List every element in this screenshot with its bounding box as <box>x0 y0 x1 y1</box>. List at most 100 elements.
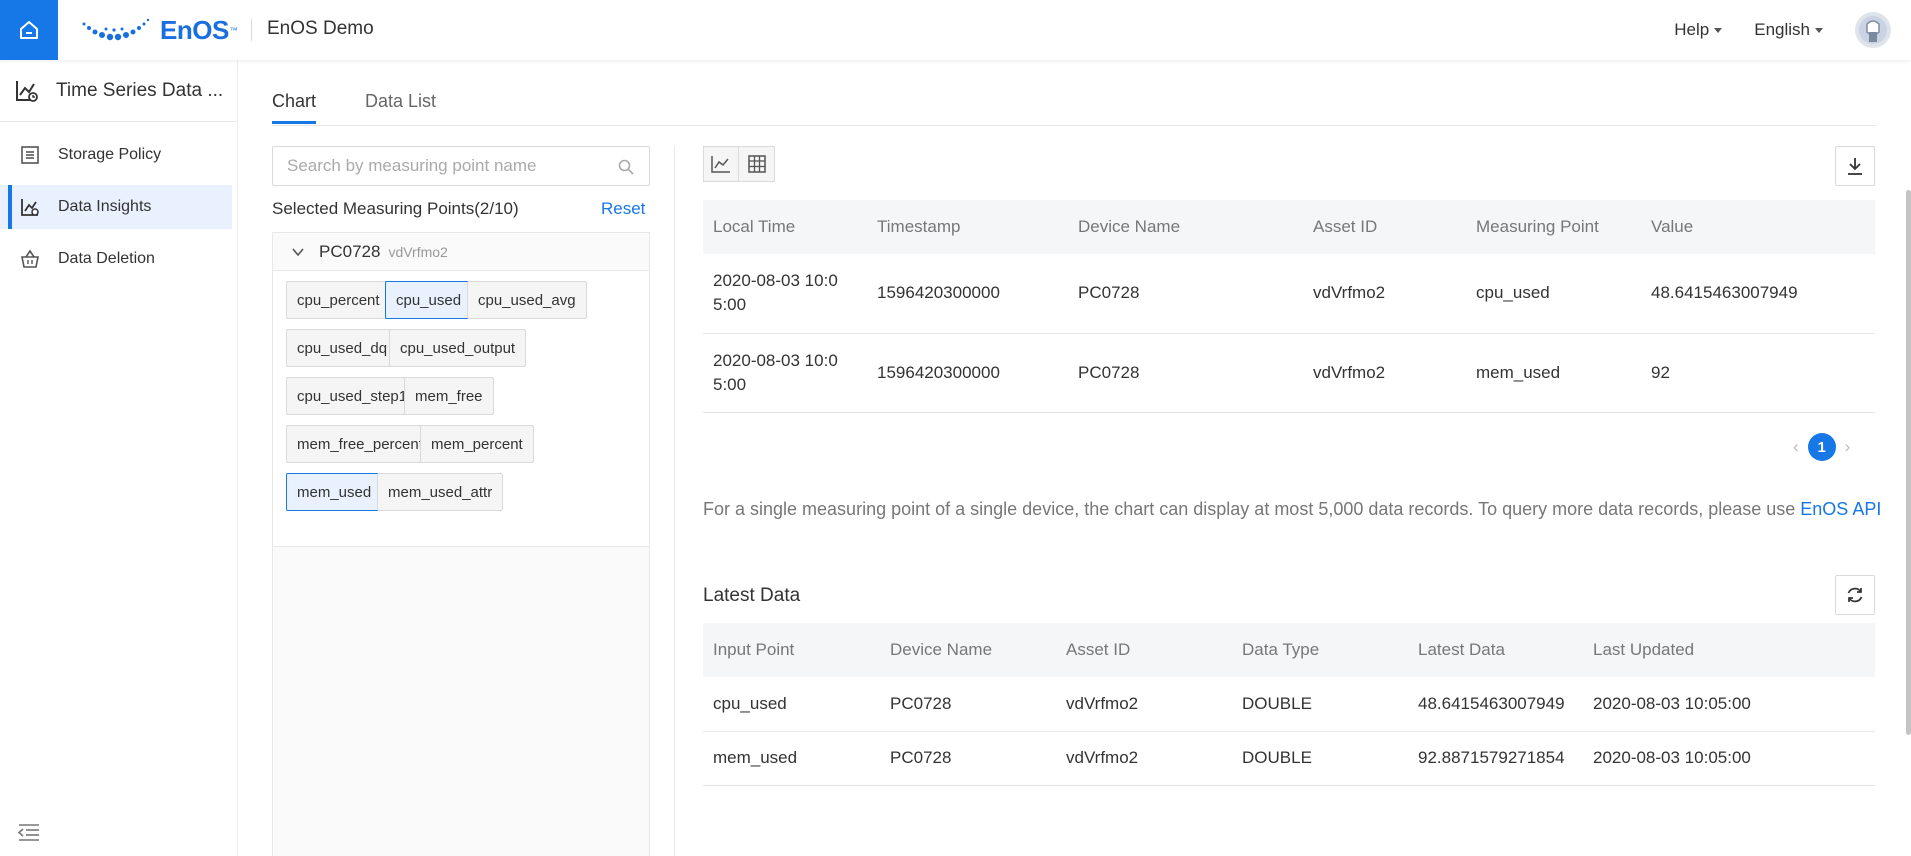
tab-data-list[interactable]: Data List <box>365 91 436 112</box>
column-header: Last Updated <box>1583 623 1875 677</box>
column-header: Local Time <box>703 200 867 254</box>
selected-points-label: Selected Measuring Points(2/10) <box>272 199 519 218</box>
main-content: Chart Data List Selected Measuring Point… <box>238 60 1911 856</box>
table-view-button[interactable] <box>739 146 775 182</box>
column-header: Input Point <box>703 623 880 677</box>
page-number-button[interactable]: 1 <box>1807 433 1836 461</box>
table-cell: mem_used <box>703 731 880 786</box>
table-icon <box>747 155 766 173</box>
table-cell: 1596420300000 <box>867 254 1068 334</box>
refresh-button[interactable] <box>1835 575 1875 615</box>
data-table: Local Time Timestamp Device Name Asset I… <box>703 200 1875 413</box>
record-limit-note: For a single measuring point of a single… <box>703 497 1883 521</box>
sidebar-item-data-deletion[interactable]: Data Deletion <box>0 237 232 281</box>
table-cell: mem_used <box>1466 333 1641 413</box>
enos-logo[interactable]: EnOS ™ <box>80 14 238 46</box>
page-scrollbar[interactable] <box>1906 190 1911 735</box>
column-header: Device Name <box>880 623 1056 677</box>
table-cell: vdVrfmo2 <box>1056 731 1232 786</box>
sidebar-item-label: Data Insights <box>58 198 152 215</box>
column-header: Timestamp <box>867 200 1068 254</box>
table-cell: 2020-08-03 10:05:00 <box>1583 731 1875 786</box>
sidebar-item-storage-policy[interactable]: Storage Policy <box>0 133 232 177</box>
point-tag-cpu-percent[interactable]: cpu_percent <box>286 281 391 319</box>
menu-fold-icon <box>17 824 39 841</box>
point-tag-cpu-used[interactable]: cpu_used <box>385 281 473 319</box>
chevron-down-icon[interactable] <box>291 247 305 257</box>
avatar[interactable] <box>1855 12 1891 48</box>
logo-trademark: ™ <box>229 25 238 35</box>
device-asset-id: vdVrfmo2 <box>388 243 448 260</box>
download-button[interactable] <box>1835 146 1875 186</box>
column-header: Measuring Point <box>1466 200 1641 254</box>
sidebar-title: Time Series Data ... <box>56 79 224 101</box>
table-header-row: Input Point Device Name Asset ID Data Ty… <box>703 623 1875 677</box>
device-name: PC0728 <box>319 241 381 261</box>
prev-page-button[interactable]: ‹ <box>1793 437 1799 457</box>
table-cell: vdVrfmo2 <box>1303 254 1466 334</box>
point-tag-mem-percent[interactable]: mem_percent <box>420 425 534 463</box>
storage-policy-icon <box>21 146 39 164</box>
table-cell: 48.6415463007949 <box>1408 677 1583 732</box>
sidebar-header: Time Series Data ... <box>0 60 237 122</box>
search-input[interactable] <box>287 156 607 176</box>
search-icon[interactable] <box>617 158 635 176</box>
column-header: Asset ID <box>1056 623 1232 677</box>
next-page-button[interactable]: › <box>1845 437 1851 457</box>
pagination: ‹ 1 › <box>1793 433 1850 461</box>
panel-divider <box>674 146 675 856</box>
tree-device-node[interactable]: PC0728 vdVrfmo2 <box>273 233 649 271</box>
table-cell: 92 <box>1641 333 1875 413</box>
help-menu[interactable]: Help <box>1674 20 1723 40</box>
column-header: Asset ID <box>1303 200 1466 254</box>
point-tag-mem-used[interactable]: mem_used <box>286 473 383 511</box>
tab-chart[interactable]: Chart <box>272 91 316 112</box>
search-box <box>272 146 650 186</box>
header-actions: Help English <box>1674 0 1911 60</box>
point-tag-mem-free-percent[interactable]: mem_free_percent <box>286 425 434 463</box>
measuring-point-tree: PC0728 vdVrfmo2 cpu_percent cpu_used cpu… <box>272 232 650 856</box>
column-header: Value <box>1641 200 1875 254</box>
table-cell: 2020-08-03 10:05:00 <box>703 333 867 413</box>
local-time: 2020-08-03 10:05:00 <box>713 271 838 315</box>
logo-dots-icon <box>82 18 150 41</box>
point-tag-cpu-used-output[interactable]: cpu_used_output <box>389 329 527 367</box>
table-cell: 2020-08-03 10:05:00 <box>703 254 867 334</box>
table-header-row: Local Time Timestamp Device Name Asset I… <box>703 200 1875 254</box>
basket-icon <box>21 249 39 268</box>
reset-link[interactable]: Reset <box>601 199 645 219</box>
sidebar-item-label: Data Deletion <box>58 250 155 267</box>
point-tag-cpu-used-avg[interactable]: cpu_used_avg <box>467 281 587 319</box>
table-row: 2020-08-03 10:05:00 1596420300000 PC0728… <box>703 254 1875 334</box>
table-cell: cpu_used <box>703 677 880 732</box>
table-cell: 1596420300000 <box>867 333 1068 413</box>
collapse-sidebar-button[interactable] <box>17 823 40 846</box>
top-bar: EnOS ™ EnOS Demo Help English <box>0 0 1911 60</box>
sidebar-item-label: Storage Policy <box>58 146 162 163</box>
note-text: For a single measuring point of a single… <box>703 499 1801 519</box>
point-tag-mem-used-attr[interactable]: mem_used_attr <box>377 473 504 511</box>
line-chart-view-button[interactable] <box>703 146 739 182</box>
home-icon <box>20 21 38 39</box>
enos-api-link[interactable]: EnOS API <box>1800 499 1881 519</box>
caret-down-icon <box>1714 27 1723 33</box>
table-cell: 92.8871579271854 <box>1408 731 1583 786</box>
time-series-icon <box>16 80 38 102</box>
view-toggle <box>703 146 775 182</box>
table-cell: PC0728 <box>880 731 1056 786</box>
user-icon <box>1859 16 1887 44</box>
table-cell: vdVrfmo2 <box>1056 677 1232 732</box>
line-chart-icon <box>711 156 730 173</box>
latest-data-table: Input Point Device Name Asset ID Data Ty… <box>703 623 1875 786</box>
home-button[interactable] <box>0 0 58 60</box>
table-cell: PC0728 <box>1068 333 1303 413</box>
point-tag-cpu-used-step1[interactable]: cpu_used_step1 <box>286 377 419 415</box>
table-cell: 2020-08-03 10:05:00 <box>1583 677 1875 732</box>
language-menu[interactable]: English <box>1754 20 1823 40</box>
table-row: mem_used PC0728 vdVrfmo2 DOUBLE 92.88715… <box>703 731 1875 786</box>
sidebar: Time Series Data ... Storage Policy Data… <box>0 60 238 856</box>
sidebar-item-data-insights[interactable]: Data Insights <box>0 185 232 229</box>
table-row: 2020-08-03 10:05:00 1596420300000 PC0728… <box>703 333 1875 413</box>
point-tag-cpu-used-dq[interactable]: cpu_used_dq <box>286 329 399 367</box>
point-tag-mem-free[interactable]: mem_free <box>404 377 494 415</box>
